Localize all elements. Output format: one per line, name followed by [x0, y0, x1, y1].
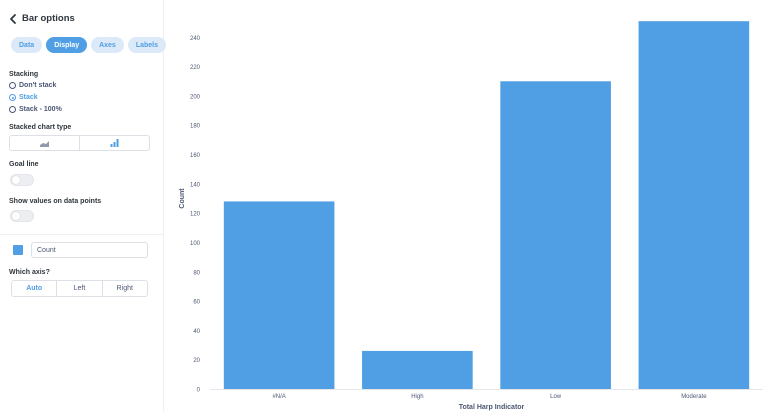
bar[interactable] [638, 21, 750, 389]
tab-labels[interactable]: Labels [127, 37, 167, 53]
y-tick-label: 220 [190, 65, 201, 71]
y-tick-label: 40 [193, 329, 200, 335]
series-name-input[interactable]: Count [31, 242, 148, 258]
y-tick-label: 140 [190, 182, 201, 188]
tab-axes[interactable]: Axes [91, 37, 124, 53]
y-tick-label: 80 [193, 270, 200, 276]
y-tick-label: 160 [190, 153, 201, 159]
y-tick-label: 180 [190, 124, 201, 130]
tab-display[interactable]: Display [46, 37, 88, 53]
x-tick-label: Low [550, 394, 562, 400]
chevron-left-icon [8, 12, 18, 24]
stacked-area-option[interactable] [10, 136, 79, 150]
settings-sidebar: Bar options Data Display Axes Labels Sta… [0, 0, 167, 412]
area-chart-icon [40, 134, 49, 152]
bar[interactable] [500, 81, 611, 390]
axis-right-option[interactable]: Right [101, 281, 147, 296]
goal-line-label: Goal line [9, 161, 39, 168]
radio-label: Stack - 100% [19, 106, 62, 113]
divider [0, 234, 164, 235]
settings-tabs: Data Display Axes Labels [11, 37, 167, 53]
x-tick-label: #N/A [272, 394, 285, 400]
which-axis-label: Which axis? [9, 269, 50, 276]
x-axis-label: Total Harp Indicator [459, 404, 525, 411]
show-values-label: Show values on data points [9, 198, 102, 205]
tab-data[interactable]: Data [11, 37, 43, 53]
axis-left-option[interactable]: Left [56, 281, 101, 296]
bar[interactable] [362, 350, 473, 389]
y-tick-label: 20 [193, 358, 200, 364]
y-tick-label: 240 [190, 36, 201, 42]
which-axis-toggle: Auto Left Right [11, 280, 148, 297]
show-values-toggle[interactable] [10, 210, 34, 222]
stacked-chart-type-toggle [9, 135, 150, 151]
radio-label: Stack [19, 94, 38, 101]
y-tick-label: 0 [197, 388, 201, 394]
x-tick-label: High [411, 394, 423, 400]
series-color-swatch[interactable] [13, 245, 23, 255]
radio-stack[interactable]: Stack [9, 94, 38, 101]
y-tick-label: 120 [190, 212, 201, 218]
radio-circle [9, 106, 16, 113]
chart-area: 0 20 40 60 80 100 120 140 160 180 200 220 240 Count #N… [165, 0, 768, 412]
radio-circle-checked [9, 94, 16, 101]
y-tick-label: 100 [190, 241, 201, 247]
radio-dont-stack[interactable]: Don't stack [9, 82, 56, 89]
bar-chart-icon [110, 134, 119, 152]
stacked-bar-option[interactable] [79, 136, 149, 150]
radio-label: Don't stack [19, 82, 57, 89]
bar[interactable] [223, 201, 335, 389]
y-axis-label: Count [179, 188, 186, 209]
y-tick-label: 60 [193, 300, 200, 306]
y-tick-label: 200 [190, 94, 201, 100]
radio-stack-100[interactable]: Stack - 100% [9, 106, 62, 113]
stacked-chart-type-label: Stacked chart type [9, 124, 72, 131]
goal-line-toggle[interactable] [10, 174, 34, 186]
axis-auto-option[interactable]: Auto [12, 281, 56, 296]
x-tick-label: Moderate [681, 394, 707, 400]
panel-title: Bar options [22, 12, 75, 24]
bar-chart: 0 20 40 60 80 100 120 140 160 180 200 220 240 Count #N… [179, 21, 763, 411]
radio-circle [9, 82, 16, 89]
stacking-label: Stacking [9, 71, 39, 78]
back-button[interactable]: Bar options [8, 12, 75, 24]
